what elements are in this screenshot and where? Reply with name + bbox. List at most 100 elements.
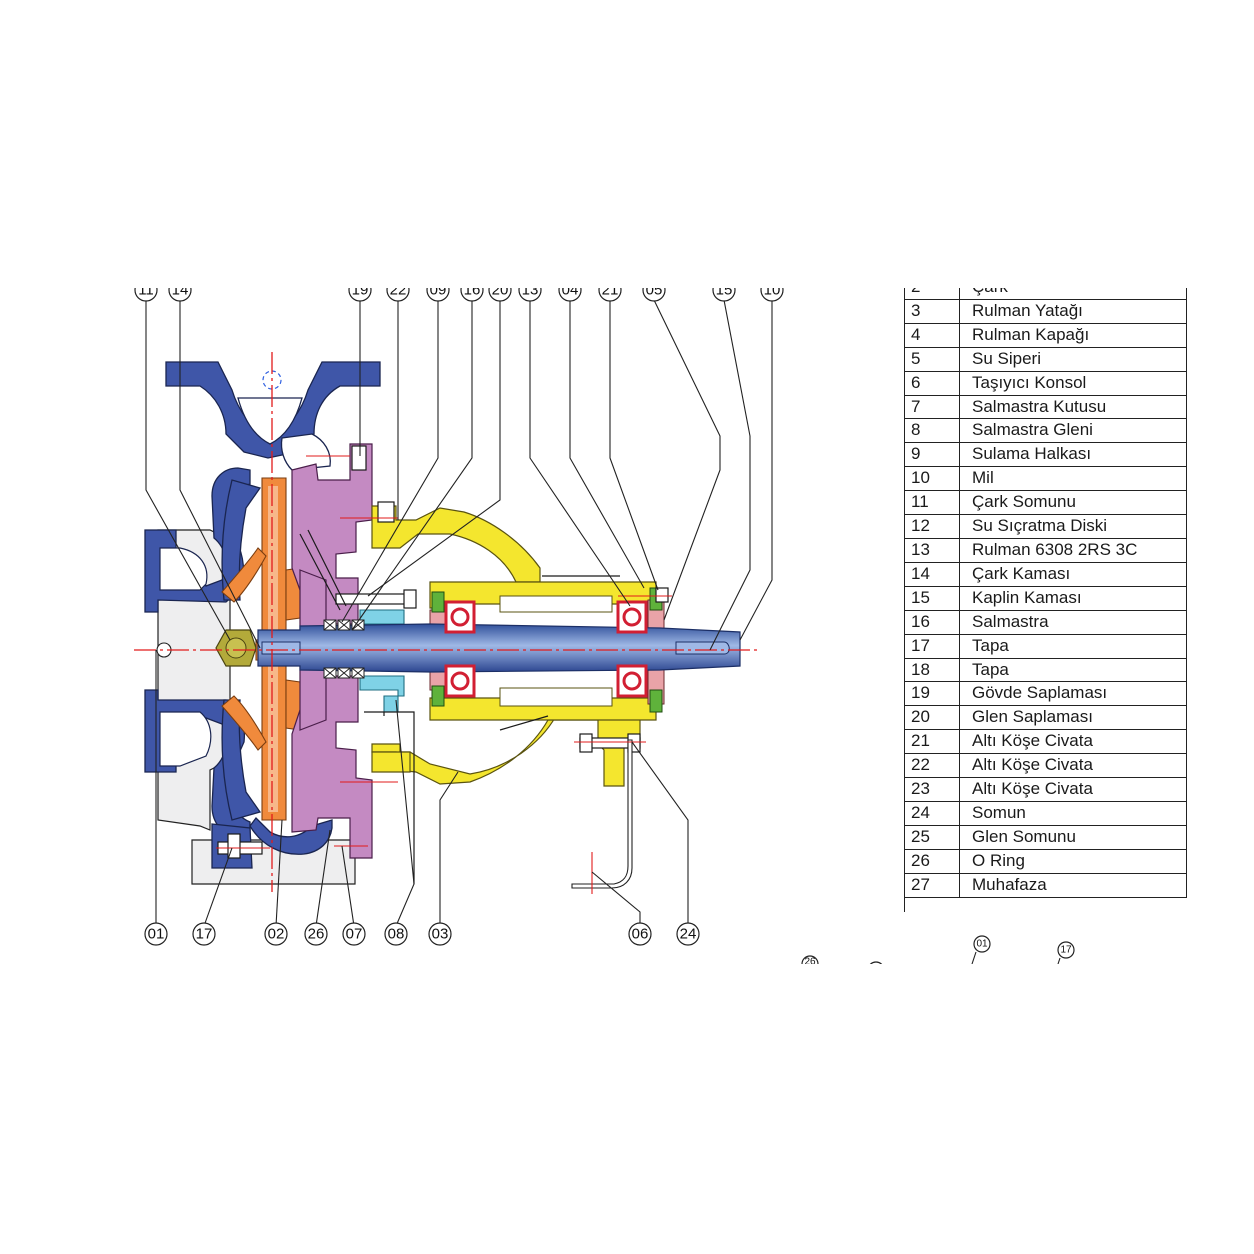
part-number: 10 (905, 466, 960, 492)
bearing-housing-cavity-bottom (499, 687, 613, 707)
balloon-07[interactable]: 07 (342, 922, 366, 946)
balloon-09[interactable]: 09 (426, 279, 450, 302)
svg-text:24: 24 (680, 926, 697, 943)
svg-text:08: 08 (388, 926, 405, 943)
balloons-bottom: 01 17 02 26 07 08 03 06 24 (144, 922, 700, 946)
parts-row: 14 Çark Kaması (905, 562, 1187, 587)
cropped-balloon-26: 26 (801, 955, 819, 968)
parts-row: 23 Altı Köşe Civata (905, 777, 1187, 802)
parts-row: 24 Somun (905, 801, 1187, 826)
part-name: Su Sıçratma Diski (959, 514, 1187, 539)
balloon-08[interactable]: 08 (384, 922, 408, 946)
parts-row: 26 O Ring (905, 849, 1187, 874)
balloon-06[interactable]: 06 (628, 922, 652, 946)
part-name: Rulman Kapağı (959, 323, 1187, 348)
svg-text:19: 19 (352, 282, 369, 299)
balloons-top: 11 14 19 22 09 16 20 13 04 21 05 15 10 (134, 279, 784, 302)
parts-row: 9 Sulama Halkası (905, 442, 1187, 468)
parts-row: 12 Su Sıçratma Diski (905, 514, 1187, 539)
part-number: 15 (905, 586, 960, 611)
balloon-01[interactable]: 01 (144, 922, 168, 946)
part-number: 4 (905, 323, 960, 348)
balloon-20[interactable]: 20 (488, 279, 512, 302)
parts-row: 16 Salmastra (905, 610, 1187, 635)
parts-row: 17 Tapa (905, 634, 1187, 659)
balloon-17[interactable]: 17 (192, 922, 216, 946)
parts-row: 20 Glen Saplaması (905, 705, 1187, 731)
parts-row: 18 Tapa (905, 658, 1187, 683)
parts-row: 4 Rulman Kapağı (905, 323, 1187, 348)
balloon-02[interactable]: 02 (264, 922, 288, 946)
part-name: Kaplin Kaması (959, 586, 1187, 611)
svg-text:09: 09 (430, 282, 447, 299)
svg-text:16: 16 (464, 282, 481, 299)
part-name: Altı Köşe Civata (959, 777, 1187, 802)
svg-text:26: 26 (804, 957, 816, 968)
part-number: 8 (905, 418, 960, 444)
part-number: 5 (905, 347, 960, 372)
svg-text:22: 22 (390, 282, 407, 299)
part-number: 22 (905, 753, 960, 779)
part-number: 12 (905, 514, 960, 539)
balloon-10[interactable]: 10 (760, 279, 784, 302)
part-number: 27 (905, 873, 960, 898)
svg-text:02: 02 (268, 926, 285, 943)
parts-row: 21 Altı Köşe Civata (905, 729, 1187, 755)
cropped-balloon-01: 01 (973, 935, 991, 953)
svg-text:01: 01 (148, 926, 165, 943)
balloon-03[interactable]: 03 (428, 922, 452, 946)
svg-text:20: 20 (492, 282, 509, 299)
balloon-14[interactable]: 14 (168, 279, 192, 302)
part-name: Salmastra Kutusu (959, 395, 1187, 420)
balloon-05[interactable]: 05 (642, 279, 666, 302)
part-number: 7 (905, 395, 960, 420)
part-name: Tapa (959, 634, 1187, 659)
balloon-19[interactable]: 19 (348, 279, 372, 302)
cropped-balloon-blank (869, 961, 883, 964)
svg-text:17: 17 (1060, 945, 1072, 956)
part-name: Çark Kaması (959, 562, 1187, 587)
balloon-13[interactable]: 13 (518, 279, 542, 302)
part-name: Muhafaza (959, 873, 1187, 898)
svg-text:17: 17 (196, 926, 213, 943)
part-number: 14 (905, 562, 960, 587)
part-name: Çark Somunu (959, 490, 1187, 516)
pump-shaft (257, 623, 741, 673)
svg-text:07: 07 (346, 926, 363, 943)
svg-text:21: 21 (602, 282, 619, 299)
bearing-housing-cavity-top (499, 595, 613, 613)
coupling-keyway (675, 641, 730, 655)
svg-text:03: 03 (432, 926, 449, 943)
svg-text:13: 13 (522, 282, 539, 299)
part-number: 9 (905, 442, 960, 468)
balloon-26[interactable]: 26 (304, 922, 328, 946)
parts-row: 15 Kaplin Kaması (905, 586, 1187, 611)
part-number: 11 (905, 490, 960, 516)
cropped-balloon-17: 17 (1057, 941, 1075, 959)
balloon-24[interactable]: 24 (676, 922, 700, 946)
part-number: 13 (905, 538, 960, 563)
part-number: 25 (905, 825, 960, 850)
part-number: 26 (905, 849, 960, 874)
parts-table-body: 2Çark3Rulman Yatağı4Rulman Kapağı5Su Sip… (905, 288, 1187, 898)
parts-row: 25 Glen Somunu (905, 825, 1187, 850)
part-number: 21 (905, 729, 960, 755)
balloon-22[interactable]: 22 (386, 279, 410, 302)
part-name: Taşıyıcı Konsol (959, 371, 1187, 396)
part-name: O Ring (959, 849, 1187, 874)
part-name: Somun (959, 801, 1187, 826)
balloon-11[interactable]: 11 (134, 279, 158, 302)
balloon-16[interactable]: 16 (460, 279, 484, 302)
balloon-04[interactable]: 04 (558, 279, 582, 302)
svg-text:15: 15 (716, 282, 733, 299)
balloon-21[interactable]: 21 (598, 279, 622, 302)
part-number: 20 (905, 705, 960, 731)
part-name: Sulama Halkası (959, 442, 1187, 468)
parts-list: 2Çark3Rulman Yatağı4Rulman Kapağı5Su Sip… (904, 288, 1189, 912)
parts-row: 5 Su Siperi (905, 347, 1187, 372)
part-name: Salmastra (959, 610, 1187, 635)
svg-text:14: 14 (172, 282, 189, 299)
svg-text:10: 10 (764, 282, 781, 299)
parts-row: 2Çark (905, 288, 1187, 300)
balloon-15[interactable]: 15 (712, 279, 736, 302)
